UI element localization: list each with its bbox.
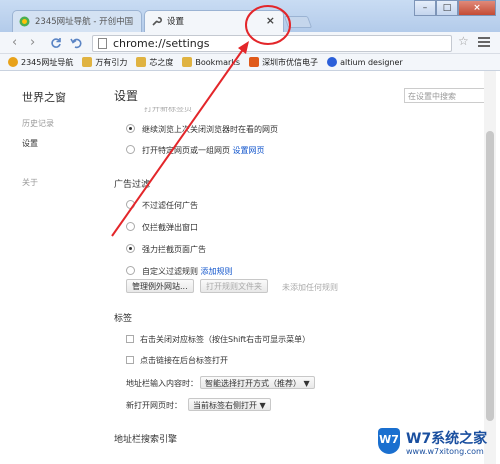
tab-2345[interactable]: 2345网址导航 - 开创中国 — [12, 10, 142, 32]
sidebar: 世界之窗 历史记录 设置 关于 — [0, 71, 100, 464]
address-bar[interactable]: chrome://settings — [92, 35, 452, 52]
tab-close-button[interactable]: × — [266, 14, 275, 27]
page-icon — [98, 38, 107, 49]
bookmark-star-icon[interactable]: ☆ — [458, 34, 469, 48]
window-controls: – □ × — [414, 0, 496, 16]
back-icon[interactable]: ‹ — [12, 35, 17, 50]
wrench-icon — [152, 17, 162, 26]
adfilter-custom-radio[interactable] — [126, 266, 135, 275]
window-close-button[interactable]: × — [458, 0, 496, 16]
watermark-title: W7系统之家 — [406, 431, 488, 447]
adfilter-none-radio[interactable] — [126, 200, 135, 209]
paw-icon — [327, 57, 338, 67]
tab-label: 2345网址导航 - 开创中国 — [35, 17, 134, 27]
2345-favicon-icon — [19, 16, 30, 27]
sidebar-item-history[interactable]: 历史记录 — [22, 118, 54, 129]
startup-continue-radio[interactable] — [126, 124, 135, 133]
startup-specific-radio[interactable] — [126, 145, 135, 154]
settings-page: 世界之窗 历史记录 设置 关于 设置 在设置中搜索 打开新标签页 继续浏览上次关… — [0, 71, 500, 464]
bookmark-item[interactable]: altium designer — [327, 57, 403, 67]
shop-icon — [249, 57, 260, 67]
new-page-select[interactable]: 当前标签右侧打开 ▼ — [188, 398, 271, 411]
nav-toolbar: ‹ › chrome://settings ☆ — [0, 32, 500, 54]
maximize-button[interactable]: □ — [436, 0, 458, 16]
title-bar: 2345网址导航 - 开创中国 设置 × – □ × — [0, 0, 500, 32]
sidebar-title: 世界之窗 — [22, 91, 66, 104]
right-click-close-label: 右击关闭对应标签（按住Shift右击可显示菜单） — [140, 335, 311, 344]
bookmark-item[interactable]: 2345网址导航 — [8, 57, 73, 68]
settings-main: 设置 在设置中搜索 打开新标签页 继续浏览上次关闭浏览器时在看的网页 打开特定网… — [112, 71, 488, 464]
set-pages-link[interactable]: 设置网页 — [233, 146, 265, 155]
settings-search-input[interactable]: 在设置中搜索 — [404, 88, 488, 103]
new-tab-button[interactable] — [283, 16, 313, 28]
tab-label: 设置 — [167, 17, 185, 27]
bookmark-item[interactable]: 深圳市优信电子 — [249, 57, 318, 68]
adfilter-popups-radio[interactable] — [126, 222, 135, 231]
folder-icon — [182, 57, 193, 67]
bookmarks-bar: 2345网址导航 万有引力 芯之度 Bookmarks 深圳市优信电子 alti… — [0, 54, 500, 71]
bookmark-folder[interactable]: Bookmarks — [182, 57, 240, 67]
tab-settings[interactable]: 设置 × — [144, 10, 284, 32]
address-open-select[interactable]: 智能选择打开方式（推荐） ▼ — [200, 376, 315, 389]
no-rules-hint: 未添加任何规则 — [282, 283, 338, 292]
tabs-heading: 标签 — [114, 314, 133, 324]
dropdown-arrow-icon: ▼ — [303, 379, 310, 388]
undo-close-icon[interactable] — [70, 37, 82, 49]
bookmark-folder[interactable]: 万有引力 — [82, 57, 127, 68]
menu-icon[interactable] — [478, 35, 490, 49]
folder-icon — [82, 57, 93, 67]
search-engine-heading: 地址栏搜索引擎 — [114, 435, 178, 445]
sidebar-item-about[interactable]: 关于 — [22, 177, 38, 188]
startup-option-truncated: 打开新标签页 — [144, 104, 192, 113]
background-tab-label: 点击链接在后台标签打开 — [140, 356, 228, 365]
background-tab-checkbox[interactable] — [126, 356, 134, 364]
watermark-url: www.w7xitong.com — [406, 447, 484, 456]
adfilter-heading: 广告过滤 — [114, 180, 151, 190]
bookmark-folder[interactable]: 芯之度 — [136, 57, 173, 68]
startup-specific-label: 打开特定网页或一组网页 设置网页 — [142, 146, 265, 155]
right-click-close-checkbox[interactable] — [126, 335, 134, 343]
address-url: chrome://settings — [113, 37, 210, 50]
open-rules-folder-button[interactable]: 打开规则文件夹 — [200, 279, 268, 293]
new-page-label: 新打开网页时： — [126, 401, 182, 410]
startup-continue-label: 继续浏览上次关闭浏览器时在看的网页 — [142, 125, 278, 134]
add-rule-link[interactable]: 添加规则 — [201, 267, 233, 276]
adfilter-popups-label: 仅拦截弹出窗口 — [142, 223, 198, 232]
minimize-button[interactable]: – — [414, 0, 436, 16]
sidebar-item-settings[interactable]: 设置 — [22, 138, 38, 149]
reload-icon[interactable] — [50, 37, 62, 49]
scrollbar[interactable] — [484, 71, 496, 464]
manage-exceptions-button[interactable]: 管理例外网站... — [126, 279, 194, 293]
w7-logo-icon: W7 — [378, 428, 400, 454]
dropdown-arrow-icon: ▼ — [259, 401, 266, 410]
adfilter-strong-radio[interactable] — [126, 244, 135, 253]
scrollbar-thumb[interactable] — [486, 131, 494, 421]
address-input-label: 地址栏输入内容时： — [126, 379, 198, 388]
2345-icon — [8, 57, 18, 67]
folder-icon — [136, 57, 147, 67]
watermark: W7 W7系统之家 www.w7xitong.com — [376, 426, 498, 460]
page-title: 设置 — [114, 89, 139, 103]
adfilter-none-label: 不过滤任何广告 — [142, 201, 198, 210]
adfilter-custom-label: 自定义过滤规则 添加规则 — [142, 267, 233, 276]
adfilter-strong-label: 强力拦截页面广告 — [142, 245, 206, 254]
forward-icon[interactable]: › — [30, 35, 35, 50]
